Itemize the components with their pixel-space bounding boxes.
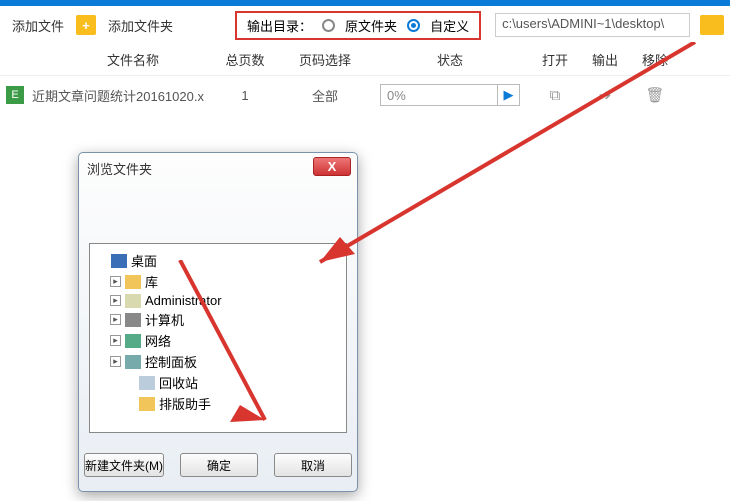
browse-folder-dialog: 浏览文件夹 X 桌面 ▸ 库 ▸ Administrator ▸ 计算机 ▸ 网… — [78, 152, 358, 492]
folder-icon — [125, 334, 141, 348]
radio-original[interactable] — [322, 19, 335, 32]
col-out: 输出 — [580, 50, 630, 69]
col-pages: 总页数 — [210, 50, 280, 69]
pages-value: 1 — [210, 88, 280, 103]
tree-item[interactable]: ▸ 控制面板 — [108, 351, 342, 372]
output-dir-group: 输出目录： 原文件夹 自定义 — [235, 11, 481, 40]
folder-tree[interactable]: 桌面 ▸ 库 ▸ Administrator ▸ 计算机 ▸ 网络 ▸ 控制面板… — [89, 243, 347, 433]
output-path-input[interactable]: c:\users\ADMINI~1\desktop\ — [495, 13, 690, 37]
col-status: 状态 — [370, 50, 530, 69]
tree-item-label: 网络 — [145, 331, 171, 350]
page-select[interactable]: 全部 — [280, 86, 370, 105]
dialog-titlebar[interactable]: 浏览文件夹 X — [79, 153, 357, 183]
add-folder-button[interactable]: 添加文件夹 — [102, 12, 179, 39]
add-file-button[interactable]: 添加文件 — [6, 12, 70, 39]
expand-icon[interactable]: ▸ — [110, 276, 121, 287]
expand-icon[interactable]: ▸ — [110, 335, 121, 346]
open-icon[interactable]: ⧉ — [530, 87, 580, 104]
cancel-button[interactable]: 取消 — [274, 453, 352, 477]
folder-icon — [125, 294, 141, 308]
tree-item-label: Administrator — [145, 293, 222, 308]
tree-item[interactable]: ▸ Administrator — [108, 292, 342, 309]
col-name: 文件名称 — [0, 50, 210, 69]
tree-item-label: 库 — [145, 272, 158, 291]
add-folder-icon: + — [76, 15, 96, 35]
tree-item[interactable]: 桌面 — [94, 250, 342, 271]
play-icon[interactable]: ▶ — [497, 85, 519, 105]
tree-item-label: 回收站 — [159, 373, 198, 392]
col-select: 页码选择 — [280, 50, 370, 69]
remove-icon[interactable]: 🗑 — [630, 86, 680, 104]
tree-item[interactable]: ▸ 库 — [108, 271, 342, 292]
radio-custom[interactable] — [407, 19, 420, 32]
progress-bar: 0%▶ — [380, 84, 520, 106]
browse-folder-icon[interactable] — [700, 15, 724, 35]
ok-button[interactable]: 确定 — [180, 453, 258, 477]
table-row: E 近期文章问题统计20161020.x 1 全部 0%▶ ⧉ ➔ 🗑 — [0, 76, 730, 114]
tree-item[interactable]: ▸ 计算机 — [108, 309, 342, 330]
expand-icon[interactable]: ▸ — [110, 314, 121, 325]
new-folder-button[interactable]: 新建文件夹(M) — [84, 453, 164, 477]
tree-item-label: 排版助手 — [159, 394, 211, 413]
tree-item-label: 计算机 — [145, 310, 184, 329]
radio-original-label: 原文件夹 — [345, 16, 397, 35]
close-icon[interactable]: X — [313, 157, 351, 176]
folder-icon — [125, 313, 141, 327]
folder-icon — [111, 254, 127, 268]
table-header: 文件名称 总页数 页码选择 状态 打开 输出 移除 — [0, 44, 730, 76]
folder-icon — [139, 376, 155, 390]
file-name: 近期文章问题统计20161020.x — [32, 86, 210, 105]
file-type-icon: E — [6, 86, 24, 104]
tree-item[interactable]: ▸ 网络 — [108, 330, 342, 351]
folder-icon — [125, 275, 141, 289]
radio-custom-label: 自定义 — [430, 16, 469, 35]
add-file-label: 添加文件 — [12, 16, 64, 35]
tree-item-label: 桌面 — [131, 251, 157, 270]
col-open: 打开 — [530, 50, 580, 69]
col-remove: 移除 — [630, 50, 680, 69]
tree-item[interactable]: 排版助手 — [122, 393, 342, 414]
output-dir-label: 输出目录： — [247, 16, 312, 35]
folder-icon — [125, 355, 141, 369]
tree-item-label: 控制面板 — [145, 352, 197, 371]
output-icon[interactable]: ➔ — [580, 86, 630, 104]
dialog-title: 浏览文件夹 — [87, 159, 152, 178]
expand-icon[interactable]: ▸ — [110, 356, 121, 367]
tree-item[interactable]: 回收站 — [122, 372, 342, 393]
add-folder-label: 添加文件夹 — [108, 16, 173, 35]
folder-icon — [139, 397, 155, 411]
expand-icon[interactable]: ▸ — [110, 295, 121, 306]
